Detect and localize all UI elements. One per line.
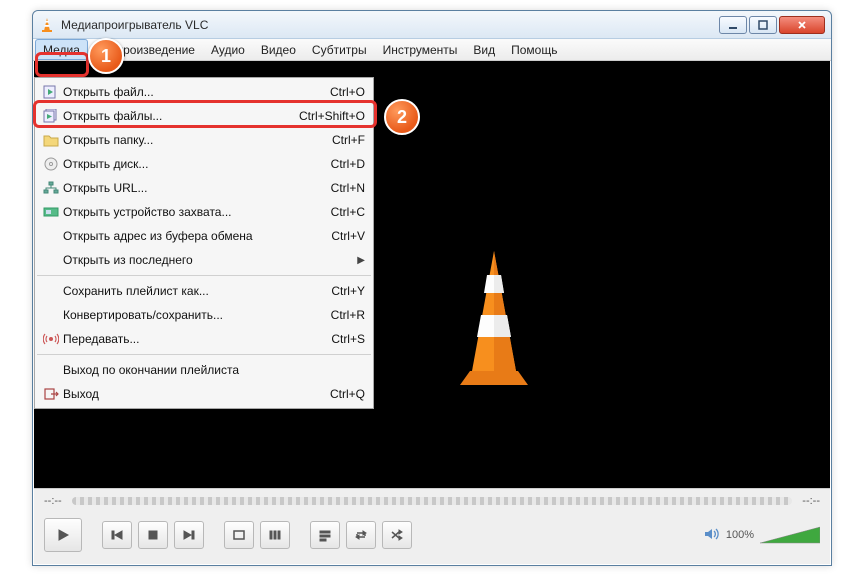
maximize-button[interactable] <box>749 16 777 34</box>
button-row: 100% <box>34 513 830 557</box>
prev-button[interactable] <box>102 521 132 549</box>
folder-icon <box>39 133 63 147</box>
speaker-icon <box>704 527 720 544</box>
menu-item-label: Передавать... <box>63 332 331 346</box>
menu-item-14[interactable]: ВыходCtrl+Q <box>35 382 373 406</box>
window-title: Медиапроигрыватель VLC <box>61 18 719 32</box>
menu-item-label: Выход по окончании плейлиста <box>63 363 365 377</box>
annotation-badge-2: 2 <box>384 99 420 135</box>
menu-item-5[interactable]: Открыть устройство захвата...Ctrl+C <box>35 200 373 224</box>
menu-item-shortcut: Ctrl+V <box>331 229 365 243</box>
submenu-arrow-icon: ▶ <box>357 255 365 266</box>
loop-button[interactable] <box>346 521 376 549</box>
menu-item-label: Выход <box>63 387 330 401</box>
menu-item-13[interactable]: Выход по окончании плейлиста <box>35 358 373 382</box>
menu-item-label: Конвертировать/сохранить... <box>63 308 331 322</box>
menu-tools[interactable]: Инструменты <box>375 39 466 60</box>
menu-item-4[interactable]: Открыть URL...Ctrl+N <box>35 176 373 200</box>
volume-percent: 100% <box>726 529 754 541</box>
menu-item-shortcut: Ctrl+Y <box>331 284 365 298</box>
menu-item-label: Открыть адрес из буфера обмена <box>63 229 331 243</box>
titlebar: Медиапроигрыватель VLC <box>33 11 831 39</box>
shuffle-button[interactable] <box>382 521 412 549</box>
menu-item-shortcut: Ctrl+Q <box>330 387 365 401</box>
menu-item-label: Открыть файл... <box>63 85 330 99</box>
volume-slider[interactable] <box>760 525 820 545</box>
seek-bar[interactable] <box>72 497 793 505</box>
ext-settings-button[interactable] <box>260 521 290 549</box>
menu-item-shortcut: Ctrl+S <box>331 332 365 346</box>
menu-media[interactable]: Медиа <box>35 39 88 60</box>
menu-item-label: Открыть папку... <box>63 133 332 147</box>
menu-item-shortcut: Ctrl+N <box>331 181 365 195</box>
capture-icon <box>39 205 63 219</box>
disc-icon <box>39 157 63 171</box>
stop-button[interactable] <box>138 521 168 549</box>
menu-item-label: Открыть из последнего <box>63 253 357 267</box>
next-button[interactable] <box>174 521 204 549</box>
menu-subtitle[interactable]: Субтитры <box>304 39 375 60</box>
time-elapsed: --:-- <box>44 495 62 507</box>
menu-item-shortcut: Ctrl+O <box>330 85 365 99</box>
menu-item-shortcut: Ctrl+Shift+O <box>299 109 365 123</box>
quit-icon <box>39 387 63 401</box>
menu-separator <box>37 354 371 355</box>
minimize-button[interactable] <box>719 16 747 34</box>
menu-separator <box>37 275 371 276</box>
menu-item-shortcut: Ctrl+C <box>331 205 365 219</box>
time-total: --:-- <box>802 495 820 507</box>
menu-item-shortcut: Ctrl+R <box>331 308 365 322</box>
files-play-icon <box>39 109 63 123</box>
vlc-cone-icon <box>39 17 55 33</box>
window-buttons <box>719 16 825 34</box>
menu-item-7[interactable]: Открыть из последнего▶ <box>35 248 373 272</box>
media-dropdown: Открыть файл...Ctrl+OОткрыть файлы...Ctr… <box>34 77 374 409</box>
controls: --:-- --:-- 100% <box>34 488 830 564</box>
play-button[interactable] <box>44 518 82 552</box>
menubar: Медиа Воспроизведение Аудио Видео Субтит… <box>33 39 831 61</box>
time-row: --:-- --:-- <box>34 489 830 513</box>
vlc-cone-logo-icon <box>434 243 554 393</box>
menu-item-10[interactable]: Конвертировать/сохранить...Ctrl+R <box>35 303 373 327</box>
menu-item-label: Открыть URL... <box>63 181 331 195</box>
menu-item-0[interactable]: Открыть файл...Ctrl+O <box>35 80 373 104</box>
playlist-button[interactable] <box>310 521 340 549</box>
menu-item-11[interactable]: Передавать...Ctrl+S <box>35 327 373 351</box>
fullscreen-button[interactable] <box>224 521 254 549</box>
menu-item-9[interactable]: Сохранить плейлист как...Ctrl+Y <box>35 279 373 303</box>
network-icon <box>39 181 63 195</box>
menu-audio[interactable]: Аудио <box>203 39 253 60</box>
menu-item-2[interactable]: Открыть папку...Ctrl+F <box>35 128 373 152</box>
menu-view[interactable]: Вид <box>465 39 503 60</box>
menu-help[interactable]: Помощь <box>503 39 565 60</box>
menu-item-shortcut: Ctrl+D <box>331 157 365 171</box>
menu-video[interactable]: Видео <box>253 39 304 60</box>
close-button[interactable] <box>779 16 825 34</box>
volume-control[interactable]: 100% <box>704 525 820 545</box>
menu-item-6[interactable]: Открыть адрес из буфера обменаCtrl+V <box>35 224 373 248</box>
menu-item-1[interactable]: Открыть файлы...Ctrl+Shift+O <box>35 104 373 128</box>
menu-item-label: Открыть файлы... <box>63 109 299 123</box>
annotation-badge-1: 1 <box>88 38 124 74</box>
menu-item-label: Открыть устройство захвата... <box>63 205 331 219</box>
menu-item-label: Сохранить плейлист как... <box>63 284 331 298</box>
stream-icon <box>39 332 63 346</box>
menu-item-label: Открыть диск... <box>63 157 331 171</box>
menu-item-shortcut: Ctrl+F <box>332 133 365 147</box>
file-play-icon <box>39 85 63 99</box>
menu-item-3[interactable]: Открыть диск...Ctrl+D <box>35 152 373 176</box>
